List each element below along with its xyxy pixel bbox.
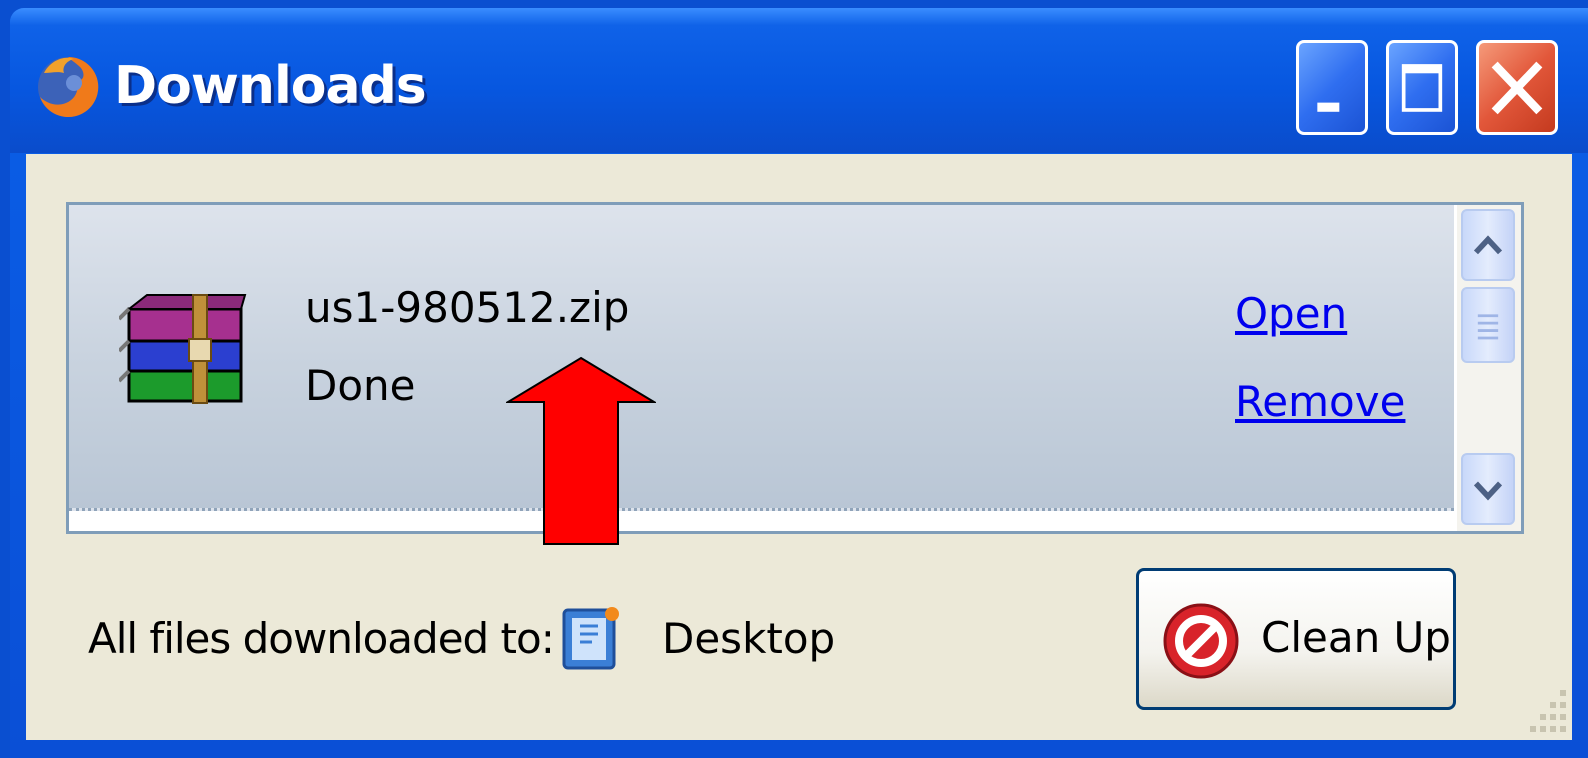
download-item[interactable]: us1-980512.zip Done Open Remove	[69, 205, 1454, 511]
scroll-down-button[interactable]	[1461, 453, 1515, 525]
title-bar[interactable]: Downloads	[10, 8, 1588, 153]
maximize-button[interactable]	[1386, 40, 1458, 135]
stop-icon	[1163, 603, 1239, 679]
winrar-archive-icon	[119, 294, 247, 404]
remove-link[interactable]: Remove	[1235, 377, 1405, 426]
scroll-thumb[interactable]	[1461, 287, 1515, 363]
resize-grip-icon[interactable]	[1526, 684, 1570, 736]
download-status: Done	[305, 361, 416, 410]
clean-up-label: Clean Up	[1261, 613, 1451, 662]
grip-lines-icon	[1477, 314, 1499, 340]
destination-label: All files downloaded to:	[88, 614, 555, 663]
downloads-list[interactable]: us1-980512.zip Done Open Remove	[66, 202, 1524, 534]
firefox-icon	[38, 56, 99, 117]
destination-folder[interactable]: Desktop	[662, 614, 835, 663]
close-icon	[1491, 61, 1543, 115]
minimize-icon	[1317, 102, 1340, 112]
downloads-window: Downloads us1-980512.zip Done Open Remov…	[10, 8, 1588, 758]
maximize-icon	[1401, 64, 1443, 112]
red-up-arrow-annotation	[506, 356, 656, 545]
file-name: us1-980512.zip	[305, 283, 630, 332]
vertical-scrollbar[interactable]	[1457, 205, 1521, 531]
scroll-up-button[interactable]	[1461, 209, 1515, 281]
minimize-button[interactable]	[1296, 40, 1368, 135]
clean-up-button[interactable]: Clean Up	[1136, 568, 1456, 710]
dialog-body: us1-980512.zip Done Open Remove All file…	[26, 154, 1572, 740]
close-button[interactable]	[1476, 40, 1558, 135]
desktop-folder-icon	[562, 607, 619, 670]
window-title: Downloads	[114, 56, 427, 116]
chevron-down-icon	[1473, 481, 1503, 501]
open-link[interactable]: Open	[1235, 289, 1347, 338]
chevron-up-icon	[1473, 235, 1503, 255]
